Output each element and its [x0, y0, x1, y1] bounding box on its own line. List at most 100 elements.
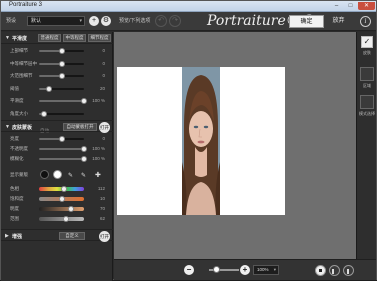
slider-row[interactable]: 上部细节 0: [1, 47, 113, 55]
mask-color-white[interactable]: [53, 170, 62, 179]
medium-level-button[interactable]: 中等程度: [63, 34, 86, 42]
preview-toggle-text[interactable]: 预览/下列选项: [119, 17, 150, 24]
slider-knob[interactable]: [58, 60, 65, 67]
slider-knob[interactable]: [58, 136, 65, 142]
slider-track[interactable]: [39, 98, 87, 104]
slider-track[interactable]: [39, 156, 87, 162]
enhance-section-header[interactable]: ▶ 增强 自定义 打开: [1, 229, 113, 242]
slider-value: 62: [99, 216, 105, 221]
slider-row[interactable]: 大范围细节 0: [1, 72, 113, 80]
slider-row[interactable]: 范围 62: [1, 215, 113, 223]
slider-track[interactable]: [39, 73, 84, 79]
image-frame: [117, 67, 285, 215]
slider-knob[interactable]: [60, 186, 67, 192]
ok-button[interactable]: 确定: [289, 15, 324, 28]
preset-dropdown[interactable]: 默认 ▾: [27, 16, 85, 26]
auto-mask-button[interactable]: 自动蒙板打开: [63, 123, 97, 131]
enhance-toggle-button[interactable]: 打开: [99, 231, 110, 242]
skin-mask-toggle-button[interactable]: 打开: [99, 122, 110, 133]
collapse-triangle-icon[interactable]: ▼: [5, 124, 10, 130]
maximize-button[interactable]: □: [344, 2, 357, 10]
collapse-triangle-icon[interactable]: ▼: [5, 35, 10, 41]
slider-row[interactable]: 明度 70: [1, 205, 113, 213]
app-window: Portraiture 3 – □ ✕ 预设 默认 ▾ + ⚙ 预览/下列选项 …: [0, 0, 377, 281]
slider-track[interactable]: [39, 196, 84, 202]
slider-label: 上部细节: [10, 48, 28, 53]
add-preset-button[interactable]: +: [89, 16, 99, 26]
redo-button[interactable]: ↷: [169, 15, 181, 27]
skin-view-check[interactable]: ✓: [361, 36, 373, 48]
cancel-button[interactable]: 放弃: [326, 15, 351, 28]
slider-track[interactable]: [39, 216, 84, 222]
slider-track[interactable]: [39, 186, 84, 192]
top-toolbar: 预设 默认 ▾ + ⚙ 预览/下列选项 ↶ ↷ Portraiture® 3 确…: [1, 12, 376, 31]
slider-knob[interactable]: [40, 110, 47, 117]
slider-value: 100 %: [92, 156, 105, 161]
slider-label: 不透明度: [10, 146, 28, 151]
slider-row[interactable]: 中等细节层中 0: [1, 60, 113, 68]
zoom-in-button[interactable]: +: [240, 265, 250, 275]
mode-select-box[interactable]: [360, 95, 374, 109]
minimize-button[interactable]: –: [330, 2, 343, 10]
slider-track[interactable]: [39, 48, 84, 54]
single-view-button[interactable]: [315, 265, 326, 276]
slider-row[interactable]: 阈值 20: [1, 85, 113, 93]
split-vertical-view-button[interactable]: [329, 265, 340, 276]
skin-view-label: 皮肤: [363, 50, 371, 55]
slider-value: 0: [102, 73, 105, 78]
slider-track[interactable]: [39, 206, 84, 212]
slider-label: 饱和度: [10, 196, 24, 201]
slider-track[interactable]: [39, 60, 84, 67]
expand-triangle-icon[interactable]: ▶: [5, 233, 9, 239]
eyedropper-plus-icon[interactable]: ✚: [95, 171, 101, 179]
zoom-select[interactable]: 100% ▾: [253, 265, 279, 275]
slider-knob[interactable]: [58, 73, 65, 79]
split-horizontal-view-button[interactable]: [343, 265, 354, 276]
eyedropper-icon[interactable]: ✎: [68, 172, 73, 179]
slider-row[interactable]: 不透明度 100 %: [1, 145, 113, 153]
slider-row[interactable]: 色相 112: [1, 185, 113, 193]
preset-label: 预设: [6, 18, 17, 24]
undo-button[interactable]: ↶: [155, 15, 167, 27]
slider-knob[interactable]: [63, 216, 69, 222]
slider-row[interactable]: 平滑度 100 %: [1, 97, 113, 105]
close-button[interactable]: ✕: [358, 2, 375, 10]
slider-knob[interactable]: [67, 206, 74, 212]
skin-mask-section-header[interactable]: ▼ 皮肤蒙板 自动蒙板打开 打开: [1, 120, 113, 133]
slider-label: 色相: [10, 186, 19, 191]
slider-label: 亮度: [10, 136, 19, 141]
zoom-slider-knob[interactable]: [213, 266, 220, 273]
slider-value: 100 %: [92, 98, 105, 103]
eyedropper-minus-icon[interactable]: ✎: [81, 172, 86, 179]
mode-select-label: 模式选择: [359, 111, 375, 116]
slider-row[interactable]: 模糊化 100 %: [1, 155, 113, 163]
skin-mask-section-title: 皮肤蒙板: [12, 125, 33, 131]
enhance-preset-dropdown[interactable]: 自定义: [59, 232, 85, 240]
detail-section-header[interactable]: ▼ 平滑度 普通程度 中等程度 细节程度: [1, 32, 113, 44]
info-icon[interactable]: i: [360, 16, 371, 27]
slider-track[interactable]: [39, 146, 87, 152]
preview-canvas[interactable]: [114, 32, 356, 259]
slider-value: 20: [99, 85, 105, 91]
detail-level-button[interactable]: 细节程度: [88, 34, 111, 42]
slider-knob[interactable]: [45, 85, 52, 92]
single-view-icon: [319, 269, 322, 272]
chevron-down-icon: ▾: [273, 267, 276, 272]
slider-knob[interactable]: [58, 196, 65, 202]
region-view-box[interactable]: [360, 67, 374, 81]
slider-track[interactable]: [39, 110, 84, 117]
slider-track[interactable]: [39, 85, 84, 92]
mask-color-black[interactable]: [40, 170, 49, 179]
title-bar: Portraiture 3 – □ ✕: [1, 1, 376, 12]
normal-level-button[interactable]: 普通程度: [38, 34, 61, 42]
slider-row[interactable]: 亮度 0: [1, 135, 113, 143]
zoom-out-button[interactable]: −: [184, 265, 194, 275]
gear-icon[interactable]: ⚙: [101, 16, 111, 26]
slider-value: 10: [99, 196, 105, 201]
slider-row[interactable]: 饱和度 10: [1, 195, 113, 203]
slider-row[interactable]: 角度大小: [1, 110, 113, 118]
slider-track[interactable]: [39, 136, 84, 142]
slider-knob[interactable]: [58, 48, 65, 54]
show-mask-label: 显示蒙版: [10, 172, 28, 177]
right-tool-strip: ✓ 皮肤 区域 模式选择: [356, 32, 376, 259]
